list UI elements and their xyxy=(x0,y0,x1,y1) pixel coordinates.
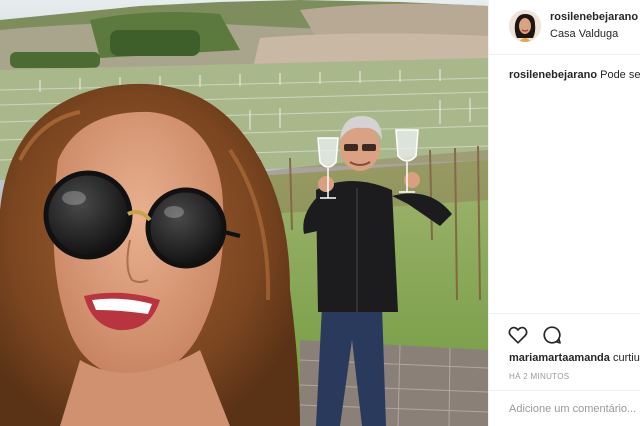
comment-icon[interactable] xyxy=(541,324,563,346)
likes-line: mariamartaamanda curtiu xyxy=(509,352,640,364)
header-username-link[interactable]: rosilenebejarano xyxy=(550,11,638,23)
liker-username-link[interactable]: mariamartaamanda xyxy=(509,352,610,364)
post-photo[interactable] xyxy=(0,0,488,426)
caption-text: Pode ser xyxy=(600,69,640,81)
caption: rosilenebejarano Pode ser xyxy=(509,69,640,81)
location-link[interactable]: Casa Valduga xyxy=(550,28,618,40)
comment-input[interactable] xyxy=(509,400,640,418)
caption-username-link[interactable]: rosilenebejarano xyxy=(509,69,597,81)
post-side-panel: rosilenebejarano Casa Valduga rosilenebe… xyxy=(488,0,640,426)
post-header: rosilenebejarano Casa Valduga xyxy=(489,0,640,55)
post-timestamp[interactable]: HÁ 2 MINUTOS xyxy=(509,372,569,381)
avatar-image xyxy=(509,10,541,42)
vineyard-selfie-image xyxy=(0,0,488,426)
action-bar xyxy=(489,313,640,353)
heart-icon[interactable] xyxy=(507,324,529,346)
likes-text: curtiu xyxy=(612,352,640,364)
comment-box xyxy=(489,390,640,426)
avatar[interactable] xyxy=(509,10,541,42)
